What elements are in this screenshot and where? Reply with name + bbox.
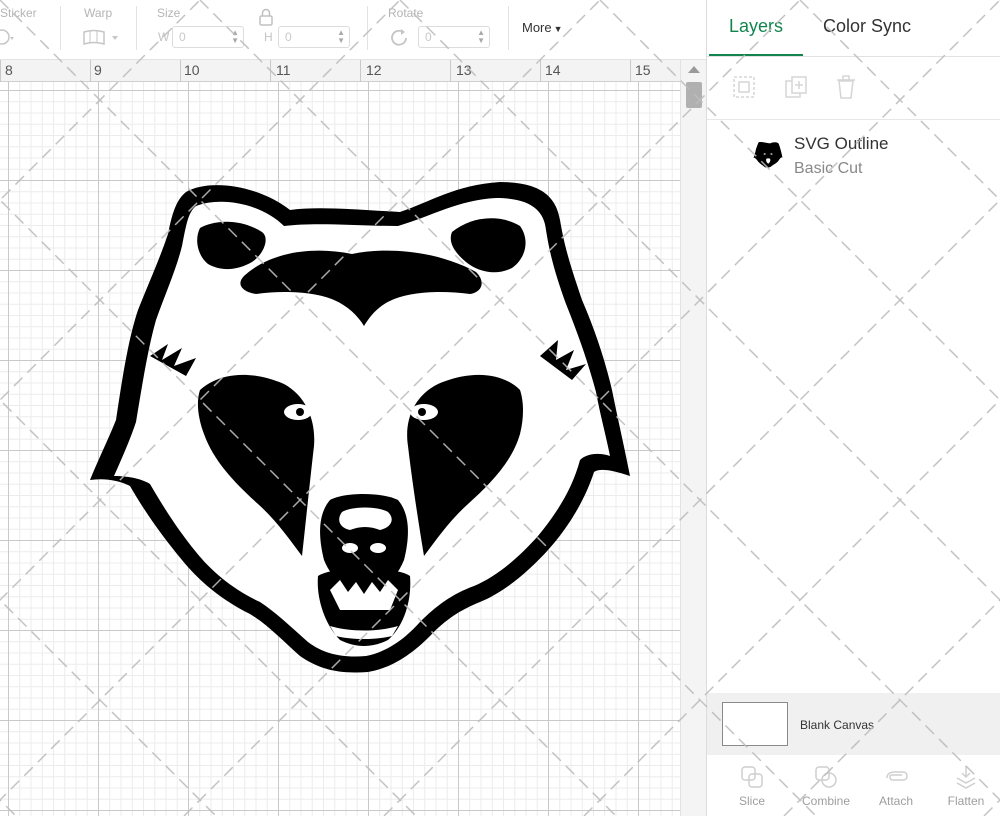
scrollbar-thumb[interactable] (686, 82, 702, 108)
ruler-label: 15 (635, 62, 651, 78)
flatten-button[interactable]: Flatten (933, 760, 999, 816)
height-stepper-icon[interactable]: ▲ ▼ (337, 29, 345, 45)
more-label: More (522, 20, 552, 35)
bear-head-icon (753, 142, 783, 168)
width-stepper-icon[interactable]: ▲ ▼ (231, 29, 239, 45)
rotate-value: 0 (425, 30, 432, 44)
ruler-tick (0, 60, 1, 82)
toolbar-divider (136, 6, 137, 50)
slice-button[interactable]: Slice (719, 760, 785, 816)
slice-label: Slice (738, 794, 765, 808)
blank-canvas-label: Blank Canvas (800, 718, 875, 732)
canvas-grid[interactable] (0, 82, 680, 816)
vertical-scrollbar[interactable] (680, 60, 706, 816)
combine-icon (815, 766, 837, 788)
height-input[interactable]: 0 ▲ ▼ (278, 26, 350, 48)
sticker-label: Sticker (0, 6, 37, 20)
ruler-tick (630, 60, 631, 82)
ruler-tick (180, 60, 181, 82)
ruler-label: 11 (276, 62, 291, 78)
caret-down-icon: ▼ (553, 24, 563, 34)
tab-color-sync[interactable]: Color Sync (823, 16, 911, 37)
toolbar-divider (508, 6, 509, 50)
layer-operation: Basic Cut (794, 160, 863, 177)
ruler-label: 8 (5, 62, 13, 78)
divider (707, 56, 1000, 57)
flatten-label: Flatten (947, 794, 985, 808)
group-icon[interactable] (731, 74, 757, 100)
rotate-stepper-icon[interactable]: ▲ ▼ (477, 29, 485, 45)
layers-panel: Layers Color Sync SVG Outline Basic Cut … (706, 0, 1000, 816)
scroll-up-arrow-icon[interactable] (688, 66, 700, 73)
bear-head-icon[interactable] (0, 82, 680, 816)
rotate-icon (391, 29, 407, 46)
layer-name: SVG Outline (794, 134, 889, 153)
slice-icon (741, 766, 763, 788)
ruler-label: 10 (184, 62, 200, 78)
combine-label: Combine (801, 794, 851, 808)
width-prefix: W (158, 30, 170, 44)
duplicate-icon[interactable] (783, 74, 809, 100)
ruler-label: 9 (94, 62, 102, 78)
toolbar-divider (60, 6, 61, 50)
warp-label: Warp (84, 6, 113, 20)
rotate-input[interactable]: 0 ▲ ▼ (418, 26, 490, 48)
canvas-swatch[interactable] (722, 702, 788, 746)
ruler-label: 14 (545, 62, 561, 78)
warp-icon[interactable] (82, 28, 122, 48)
ruler-label: 13 (456, 62, 472, 78)
height-prefix: H (264, 30, 273, 44)
ruler-tick (360, 60, 361, 82)
size-label: Size (157, 6, 181, 20)
ruler-label: 12 (366, 62, 382, 78)
flatten-icon (956, 766, 976, 789)
width-value: 0 (179, 30, 186, 44)
more-button[interactable]: More ▼ (522, 20, 563, 35)
height-value: 0 (285, 30, 292, 44)
attach-label: Attach (878, 794, 914, 808)
paperclip-icon (886, 771, 908, 781)
ruler-tick (540, 60, 541, 82)
rotate-label: Rotate (388, 6, 424, 20)
ruler-tick (270, 60, 271, 82)
edit-toolbar: Sticker Warp Size W 0 ▲ ▼ H 0 ▲ ▼ Rotate… (0, 0, 706, 60)
delete-icon[interactable] (833, 74, 859, 100)
toolbar-divider (367, 6, 368, 50)
attach-button[interactable]: Attach (863, 760, 929, 816)
design-space: Sticker Warp Size W 0 ▲ ▼ H 0 ▲ ▼ Rotate… (0, 0, 1000, 816)
tab-layers[interactable]: Layers (729, 16, 783, 37)
lock-icon[interactable] (258, 8, 274, 26)
horizontal-ruler: 8 9 10 11 12 13 14 15 (0, 60, 680, 82)
width-input[interactable]: 0 ▲ ▼ (172, 26, 244, 48)
layer-item[interactable]: SVG Outline Basic Cut (707, 128, 1000, 188)
sticker-icon[interactable] (0, 26, 18, 48)
divider (707, 119, 1000, 120)
blank-canvas-row[interactable]: Blank Canvas (707, 693, 1000, 755)
ruler-tick (450, 60, 451, 82)
ruler-tick (90, 60, 91, 82)
combine-button[interactable]: Combine (793, 760, 859, 816)
